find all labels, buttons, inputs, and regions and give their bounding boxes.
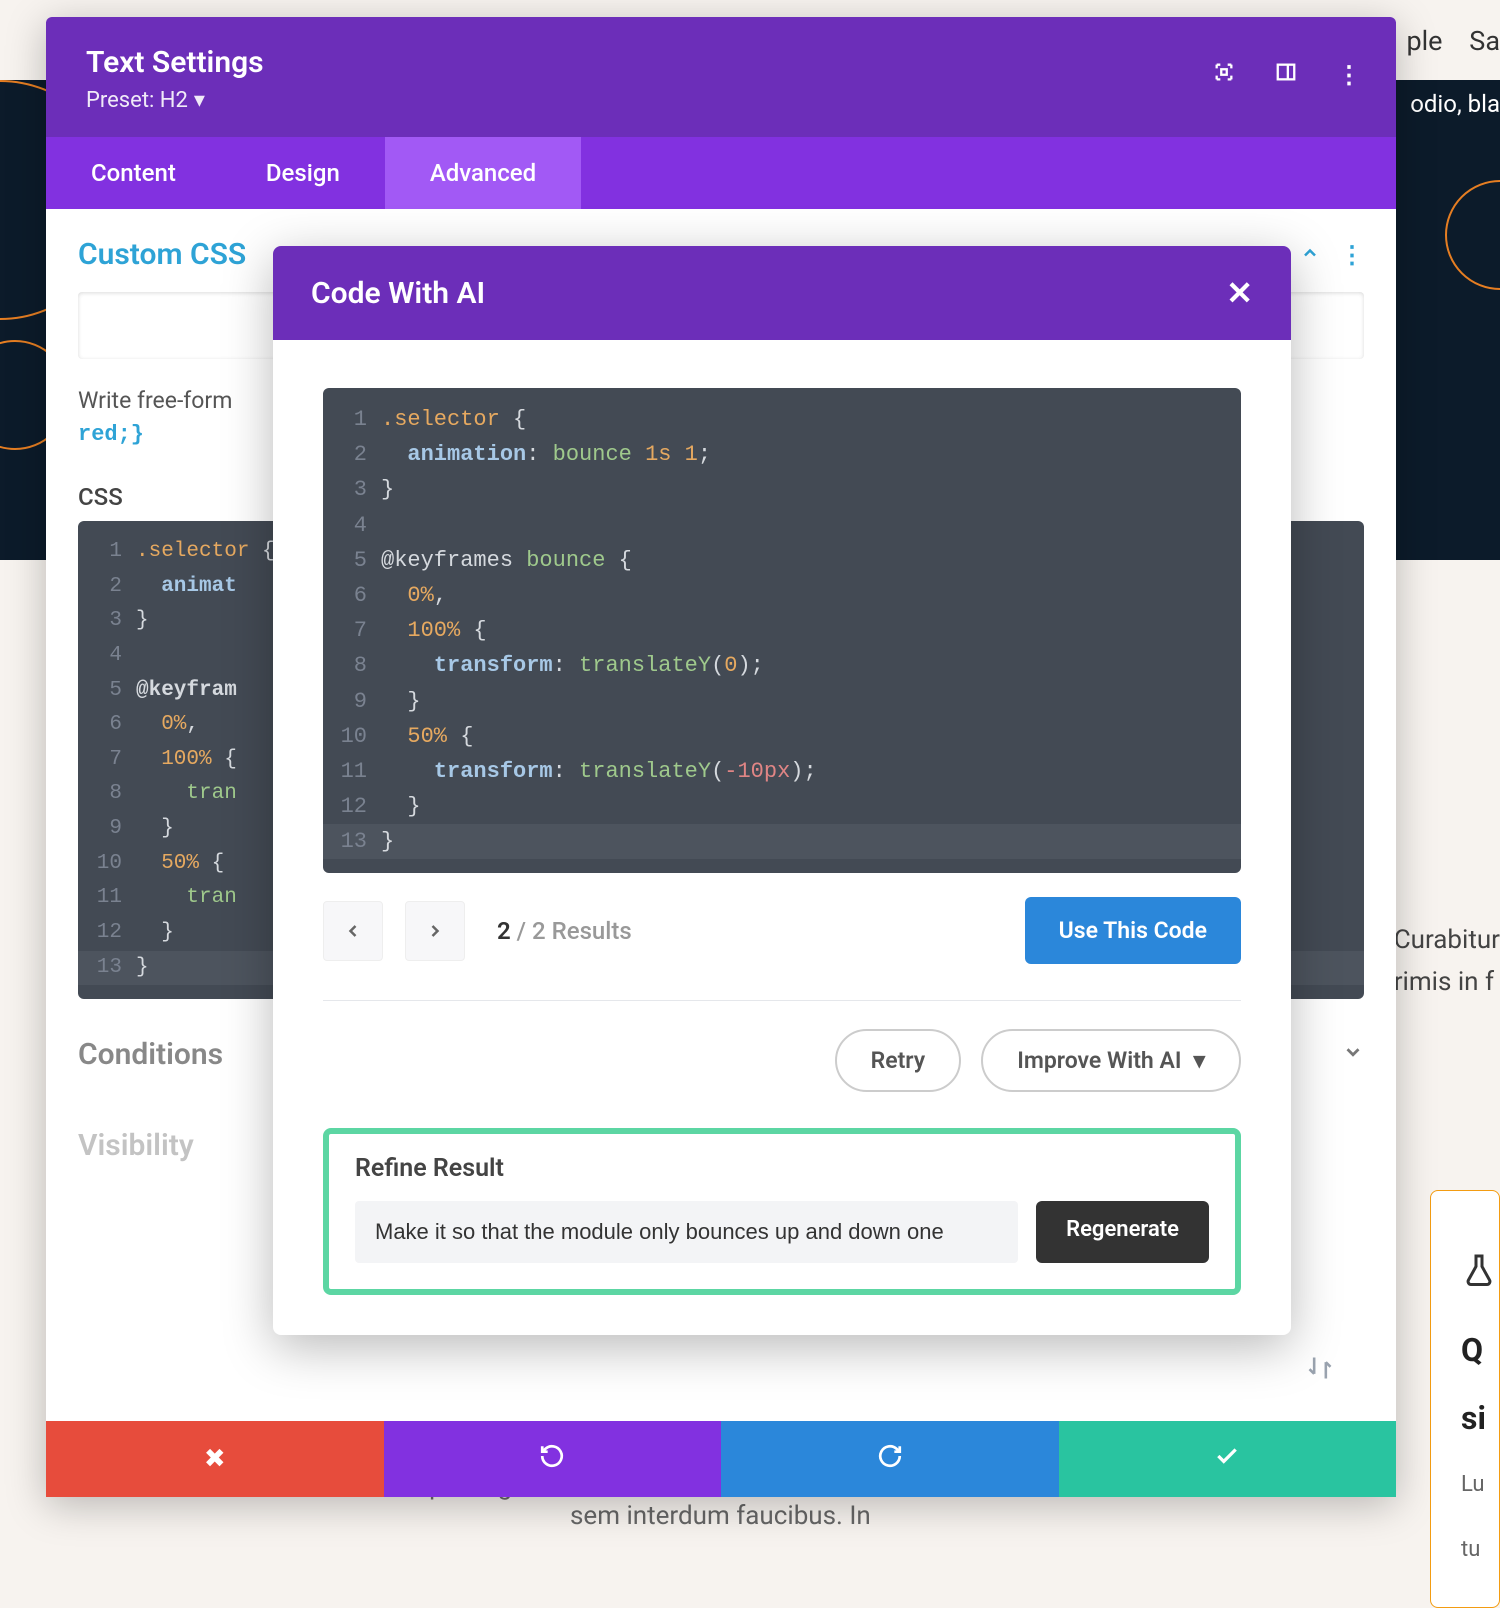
- regenerate-button[interactable]: Regenerate: [1036, 1201, 1209, 1263]
- caret-down-icon: ▾: [194, 88, 205, 113]
- ai-code-preview[interactable]: 1.selector {2 animation: bounce 1s 1;3}4…: [323, 388, 1241, 873]
- bg-blurb-partial: Curabitur rimis in f: [1394, 920, 1500, 1003]
- settings-header: Text Settings Preset: H2 ▾ ⋮: [46, 17, 1396, 137]
- tab-advanced[interactable]: Advanced: [385, 137, 581, 209]
- refine-input[interactable]: [355, 1201, 1018, 1263]
- sort-swap-icon[interactable]: [1306, 1354, 1334, 1389]
- retry-button[interactable]: Retry: [835, 1029, 962, 1092]
- close-icon: ✖: [204, 1444, 226, 1474]
- settings-footer: ✖: [46, 1421, 1396, 1497]
- kebab-menu-icon[interactable]: ⋮: [1337, 61, 1361, 89]
- settings-tabs: Content Design Advanced: [46, 137, 1396, 209]
- columns-icon[interactable]: [1275, 61, 1297, 89]
- code-with-ai-modal: Code With AI ✕ 1.selector {2 animation: …: [273, 246, 1291, 1335]
- refine-title: Refine Result: [355, 1154, 1209, 1183]
- ai-modal-body: 1.selector {2 animation: bounce 1s 1;3}4…: [273, 340, 1291, 1335]
- tab-content[interactable]: Content: [46, 137, 221, 209]
- expand-icon[interactable]: [1213, 61, 1235, 89]
- close-icon[interactable]: ✕: [1226, 274, 1253, 312]
- ai-secondary-actions: Retry Improve With AI ▾: [323, 1029, 1241, 1092]
- undo-button[interactable]: [384, 1421, 722, 1497]
- header-icons: ⋮: [1213, 61, 1361, 89]
- ai-results-nav: 2 / 2 Results Use This Code: [323, 897, 1241, 964]
- redo-button[interactable]: [721, 1421, 1059, 1497]
- redo-icon: [877, 1443, 903, 1476]
- preset-selector[interactable]: Preset: H2 ▾: [86, 88, 1356, 113]
- save-button[interactable]: [1059, 1421, 1397, 1497]
- next-result-button[interactable]: [405, 901, 465, 961]
- chevron-down-icon: [1342, 1041, 1364, 1069]
- kebab-menu-icon[interactable]: ⋮: [1340, 241, 1364, 269]
- bg-card-partial: Q si Lu tu: [1430, 1190, 1500, 1608]
- flask-icon: [1461, 1251, 1469, 1301]
- use-this-code-button[interactable]: Use This Code: [1025, 897, 1241, 964]
- bg-hero-partial: odio, bla: [1410, 90, 1500, 118]
- bg-nav-partial: ple Sa: [1406, 25, 1500, 57]
- divider: [323, 1000, 1241, 1001]
- settings-title: Text Settings: [86, 45, 1356, 80]
- ai-modal-title: Code With AI: [311, 276, 485, 311]
- prev-result-button[interactable]: [323, 901, 383, 961]
- check-icon: [1214, 1443, 1240, 1476]
- tab-design[interactable]: Design: [221, 137, 385, 209]
- results-counter: 2 / 2 Results: [497, 917, 632, 945]
- caret-down-icon: ▾: [1193, 1047, 1205, 1074]
- refine-result-box: Refine Result Regenerate: [323, 1128, 1241, 1295]
- improve-with-ai-button[interactable]: Improve With AI ▾: [981, 1029, 1241, 1092]
- collapse-icon[interactable]: [1300, 241, 1320, 269]
- undo-icon: [539, 1443, 565, 1476]
- cancel-button[interactable]: ✖: [46, 1421, 384, 1497]
- ai-modal-header: Code With AI ✕: [273, 246, 1291, 340]
- section-title: Custom CSS: [78, 237, 246, 272]
